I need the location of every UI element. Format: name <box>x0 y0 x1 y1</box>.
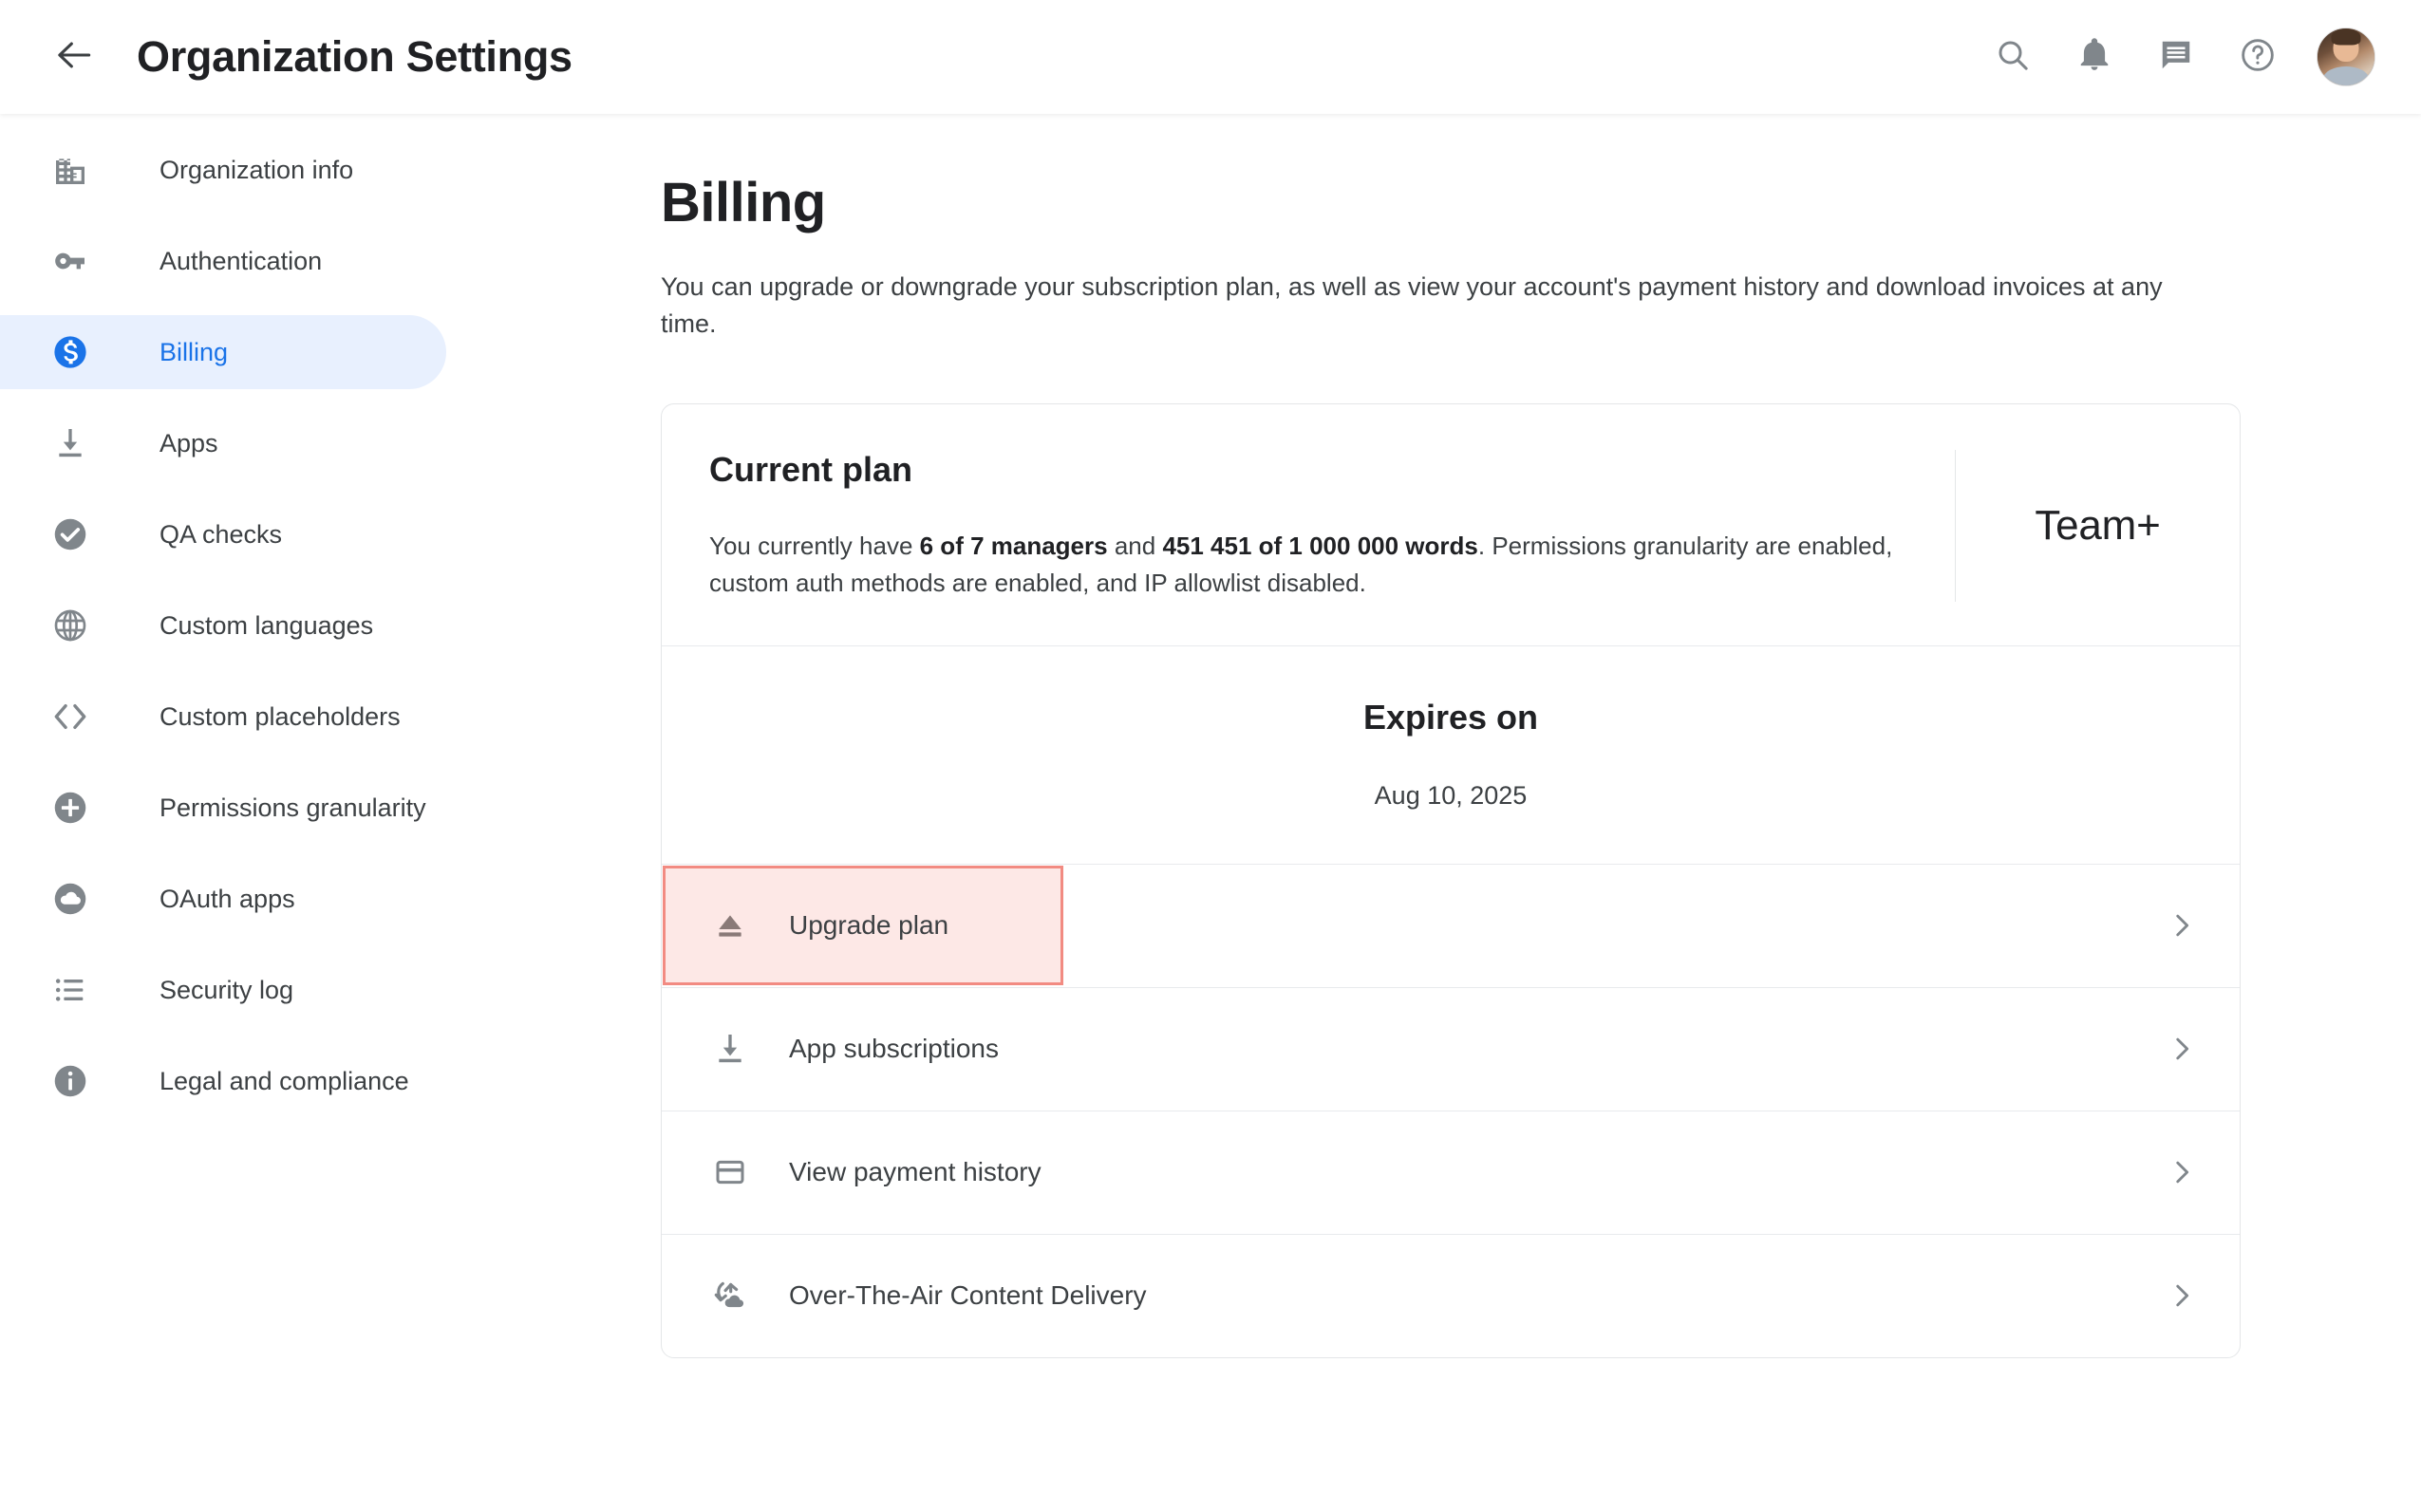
help-question-icon <box>2239 36 2277 79</box>
chevron-right-icon[interactable] <box>2166 1156 2198 1188</box>
sidebar-item-organization-info[interactable]: Organization info <box>0 133 661 207</box>
expires-label: Expires on <box>1362 697 1539 737</box>
arrow-left-icon <box>54 34 96 81</box>
sidebar-item-custom-languages[interactable]: Custom languages <box>0 588 661 663</box>
cloud-sync-icon <box>707 1273 753 1318</box>
list-bullets-icon <box>49 969 91 1011</box>
sidebar-item-label: OAuth apps <box>160 884 295 913</box>
action-row-label: App subscriptions <box>789 1034 1000 1064</box>
header-icon-group <box>1990 28 2375 86</box>
current-plan-heading: Current plan <box>709 449 913 489</box>
download-icon <box>49 422 91 464</box>
eject-icon <box>707 903 753 948</box>
notifications-bell-icon <box>2076 37 2112 78</box>
sidebar-item-label: Apps <box>160 428 218 457</box>
search-button[interactable] <box>1990 34 2036 80</box>
code-brackets-icon <box>49 696 91 737</box>
action-row-view-payment-history[interactable]: View payment history <box>662 1110 2240 1234</box>
page-description: You can upgrade or downgrade your subscr… <box>661 272 2163 338</box>
office-building-icon <box>49 149 91 191</box>
action-row-upgrade-plan[interactable]: Upgrade plan <box>662 863 2240 987</box>
action-row-label: Over-The-Air Content Delivery <box>789 1280 1147 1311</box>
action-row-label: Upgrade plan <box>789 910 949 941</box>
sidebar-item-permissions-granularity[interactable]: Permissions granularity <box>0 771 661 845</box>
messages-button[interactable] <box>2153 34 2199 80</box>
cloud-circle-icon <box>49 878 91 920</box>
current-plan-summary: You currently have 6 of 7 managers and 4… <box>709 528 1904 602</box>
search-icon <box>1994 36 2032 79</box>
chat-message-icon <box>2158 37 2194 78</box>
sidebar-item-legal-and-compliance[interactable]: Legal and compliance <box>0 1044 661 1118</box>
credit-card-icon <box>707 1149 753 1195</box>
chevron-right-icon[interactable] <box>2166 1033 2198 1065</box>
sidebar-item-label: Legal and compliance <box>160 1066 409 1095</box>
back-button[interactable] <box>47 29 103 84</box>
action-row-over-the-air-content-delivery[interactable]: Over-The-Air Content Delivery <box>662 1233 2240 1357</box>
current-plan-section: Current plan You currently have 6 of 7 m… <box>662 404 2240 645</box>
sidebar-item-label: Custom placeholders <box>160 701 401 731</box>
sidebar-item-label: Permissions granularity <box>160 793 426 822</box>
chevron-right-icon[interactable] <box>2166 1279 2198 1312</box>
plan-badge: Team+ <box>2035 501 2161 549</box>
page-title: Billing <box>661 172 826 233</box>
sidebar-item-qa-checks[interactable]: QA checks <box>0 497 661 571</box>
key-icon <box>49 240 91 282</box>
sidebar-item-oauth-apps[interactable]: OAuth apps <box>0 862 661 936</box>
sidebar-item-label: Organization info <box>160 155 354 184</box>
sidebar-item-label: Security log <box>160 975 294 1004</box>
summary-conjunction: and <box>1107 531 1163 560</box>
avatar[interactable] <box>2317 28 2375 86</box>
globe-icon <box>49 605 91 646</box>
app-header: Organization Settings <box>0 0 2421 114</box>
chevron-right-icon[interactable] <box>2166 909 2198 942</box>
action-row-label: View payment history <box>789 1157 1042 1187</box>
sidebar-item-billing[interactable]: Billing <box>0 315 446 389</box>
expires-section: Expires on Aug 10, 2025 <box>662 644 2240 864</box>
sidebar-item-label: Authentication <box>160 246 323 275</box>
current-plan-text: Current plan You currently have 6 of 7 m… <box>662 450 1955 602</box>
main-content: Billing You can upgrade or downgrade you… <box>661 114 2421 1512</box>
notifications-button[interactable] <box>2072 34 2117 80</box>
plus-circle-icon <box>49 787 91 829</box>
summary-managers-value: 6 of 7 managers <box>919 531 1108 560</box>
summary-prefix: You currently have <box>709 531 920 560</box>
settings-sidebar: Organization info Authentication Billing <box>0 114 661 1512</box>
avatar-hair <box>2331 28 2361 46</box>
body-container: Organization info Authentication Billing <box>0 114 2421 1512</box>
info-circle-icon <box>49 1060 91 1102</box>
expires-date: Aug 10, 2025 <box>1374 780 1528 810</box>
sidebar-item-label: Custom languages <box>160 610 374 640</box>
sidebar-item-custom-placeholders[interactable]: Custom placeholders <box>0 680 661 754</box>
sidebar-item-security-log[interactable]: Security log <box>0 953 661 1027</box>
sidebar-item-label: QA checks <box>160 519 283 549</box>
sidebar-item-label: Billing <box>160 337 229 366</box>
plan-badge-container: Team+ <box>1955 449 2240 602</box>
page-header-title: Organization Settings <box>137 32 572 81</box>
avatar-shoulders <box>2323 66 2369 85</box>
billing-card: Current plan You currently have 6 of 7 m… <box>661 402 2241 1358</box>
help-button[interactable] <box>2235 34 2280 80</box>
check-circle-icon <box>49 513 91 555</box>
summary-words-value: 451 451 of 1 000 000 words <box>1162 531 1478 560</box>
dollar-circle-icon <box>49 331 91 373</box>
sidebar-item-authentication[interactable]: Authentication <box>0 224 661 298</box>
action-row-app-subscriptions[interactable]: App subscriptions <box>662 986 2240 1111</box>
sidebar-item-apps[interactable]: Apps <box>0 406 661 480</box>
download-icon <box>707 1026 753 1072</box>
